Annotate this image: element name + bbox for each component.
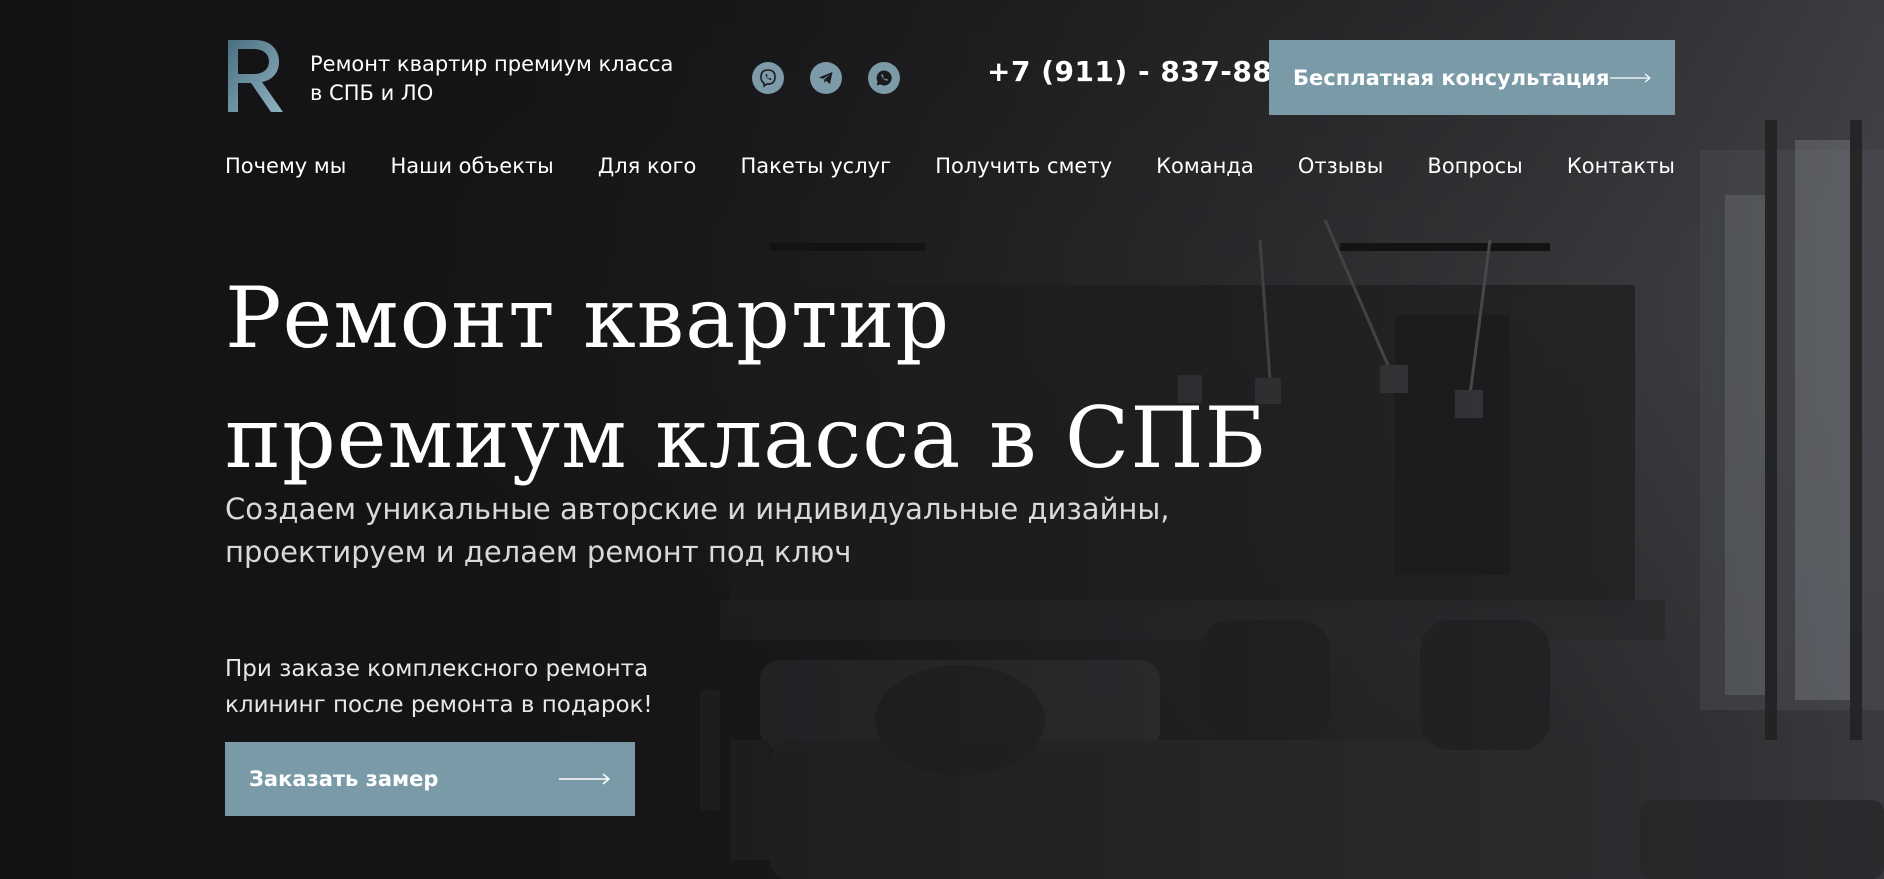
order-measurement-button[interactable]: Заказать замер — [225, 742, 635, 816]
hero-subtitle: Создаем уникальные авторские и индивидуа… — [225, 492, 1170, 569]
hero-title: Ремонт квартир премиум класса в СПБ — [225, 258, 1267, 498]
logo-r-mark — [228, 40, 283, 112]
header-tagline: Ремонт квартир премиум класса в СПБ и ЛО — [310, 52, 674, 105]
whatsapp-icon[interactable] — [868, 62, 900, 94]
viber-icon[interactable] — [752, 62, 784, 94]
social-links — [752, 62, 900, 94]
telegram-icon[interactable] — [810, 62, 842, 94]
main-nav: Почему мы Наши объекты Для кого Пакеты у… — [225, 154, 1675, 178]
hero-title-line-2: премиум класса в СПБ — [225, 389, 1268, 487]
free-consultation-button[interactable]: Бесплатная консультация — [1269, 40, 1675, 115]
nav-item-for-whom[interactable]: Для кого — [598, 154, 697, 178]
nav-item-reviews[interactable]: Отзывы — [1298, 154, 1383, 178]
nav-item-service-packages[interactable]: Пакеты услуг — [741, 154, 892, 178]
nav-item-questions[interactable]: Вопросы — [1427, 154, 1522, 178]
order-measurement-label: Заказать замер — [249, 767, 439, 791]
nav-item-why-us[interactable]: Почему мы — [225, 154, 346, 178]
arrow-right-icon — [559, 773, 611, 785]
nav-item-contacts[interactable]: Контакты — [1567, 154, 1675, 178]
page: Ремонт квартир премиум класса в СПБ и ЛО… — [0, 0, 1884, 879]
arrow-right-icon — [1609, 73, 1651, 82]
logo[interactable] — [225, 38, 285, 114]
nav-item-team[interactable]: Команда — [1156, 154, 1254, 178]
hero-title-line-1: Ремонт квартир — [225, 269, 951, 367]
nav-item-our-objects[interactable]: Наши объекты — [390, 154, 553, 178]
promo-text: При заказе комплексного ремонта клининг … — [225, 656, 653, 718]
free-consultation-label: Бесплатная консультация — [1293, 65, 1610, 90]
nav-item-get-estimate[interactable]: Получить смету — [935, 154, 1112, 178]
